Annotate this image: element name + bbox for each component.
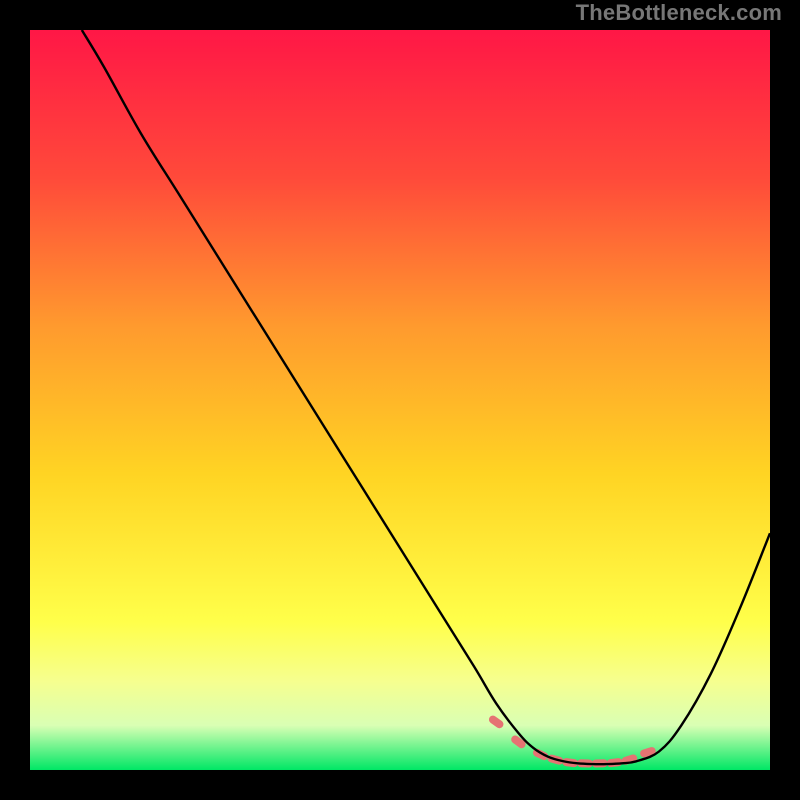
curve-line (82, 30, 770, 764)
bottom-markers (487, 714, 656, 768)
watermark-text: TheBottleneck.com (576, 0, 782, 26)
plot-area (30, 30, 770, 770)
chart-frame: TheBottleneck.com (0, 0, 800, 800)
curve-layer (30, 30, 770, 770)
marker-pill (487, 714, 505, 730)
marker-pill (510, 734, 528, 750)
